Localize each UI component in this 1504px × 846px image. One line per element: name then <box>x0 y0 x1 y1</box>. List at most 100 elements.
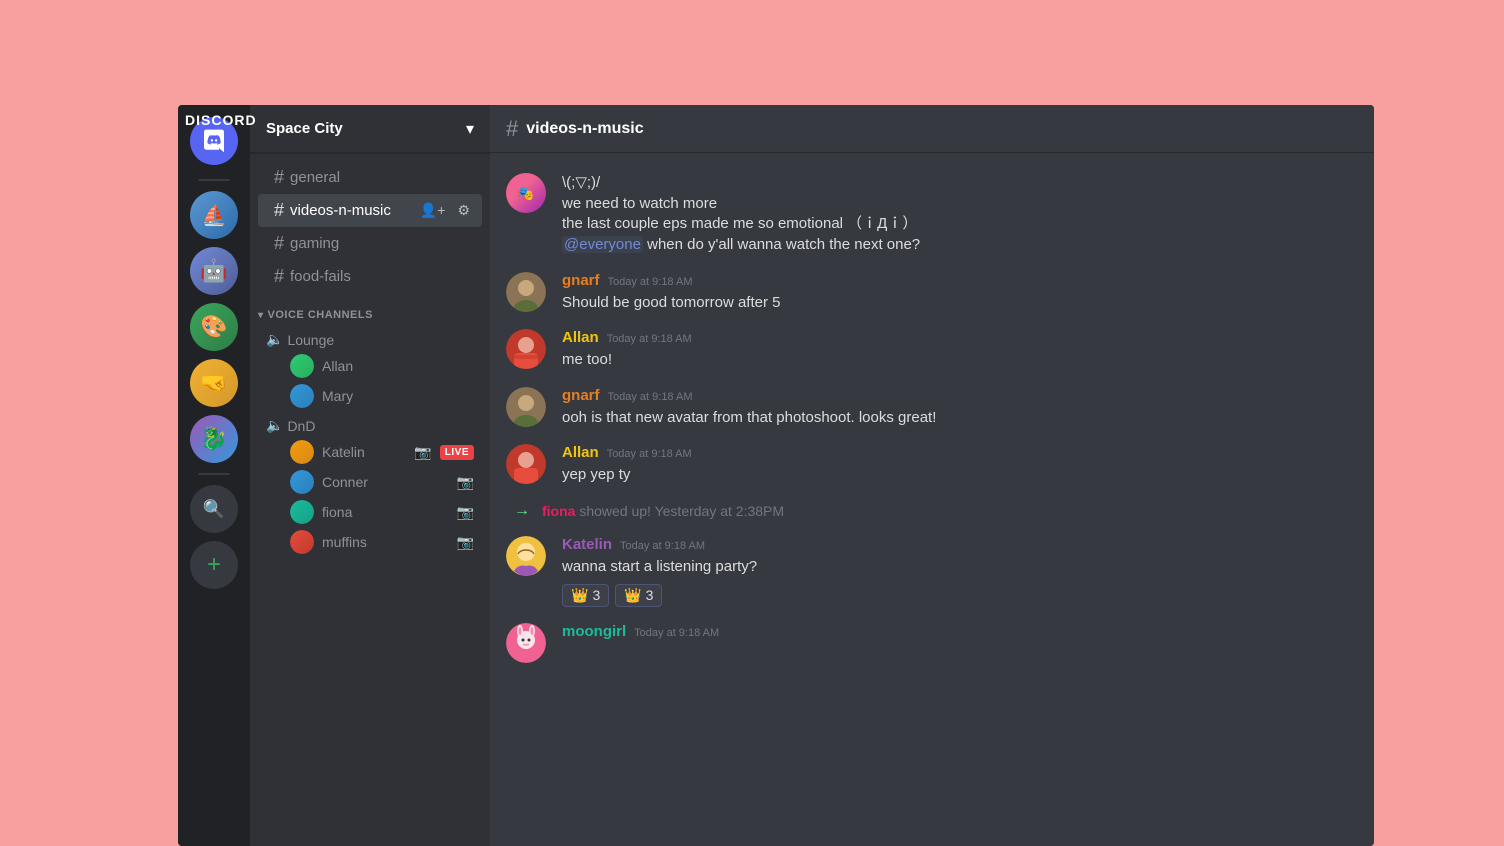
channel-hash-icon-4: # <box>274 266 284 287</box>
volume-icon-2: 🔈 <box>266 417 283 434</box>
reaction-crown-2[interactable]: 👑 3 <box>615 584 662 607</box>
katelin-video-icon: 📷 <box>414 444 431 461</box>
server-icon-yellow[interactable]: 🤜 <box>190 359 238 407</box>
voice-user-muffins[interactable]: muffins 📷 <box>258 527 482 557</box>
voice-user-fiona[interactable]: fiona 📷 <box>258 497 482 527</box>
gnarf-message-2-content: gnarf Today at 9:18 AM ooh is that new a… <box>562 387 1358 429</box>
channel-item-gaming[interactable]: # gaming <box>258 227 482 260</box>
voice-user-mary[interactable]: Mary <box>258 381 482 411</box>
katelin-voice-avatar <box>290 440 314 464</box>
system-timestamp: Yesterday at 2:38PM <box>655 503 784 519</box>
gnarf-username-1[interactable]: gnarf <box>562 272 600 289</box>
gnarf-message-1-header: gnarf Today at 9:18 AM <box>562 272 1358 289</box>
allan-voice-avatar <box>290 354 314 378</box>
allan-message-2-content: Allan Today at 9:18 AM yep yep ty <box>562 444 1358 486</box>
message-group-gnarf-1: gnarf Today at 9:18 AM Should be good to… <box>490 268 1374 318</box>
gnarf-timestamp-1: Today at 9:18 AM <box>608 276 693 288</box>
app-container: ⛵ 🤖 🎨 🤜 🐉 🔍 + Space City ▾ # general # v… <box>178 105 1374 846</box>
channel-sidebar: Space City ▾ # general # videos-n-music … <box>250 105 490 846</box>
settings-icon[interactable]: ⚙ <box>453 200 474 221</box>
voice-user-katelin[interactable]: Katelin 📷 LIVE <box>258 437 482 467</box>
reaction-crown-count-1: 3 <box>592 587 600 603</box>
muffins-voice-avatar <box>290 530 314 554</box>
mention-everyone: @everyone <box>562 236 643 253</box>
moongirl-username[interactable]: moongirl <box>562 623 626 640</box>
channel-hash-icon-3: # <box>274 233 284 254</box>
server-icon-robot[interactable]: 🤖 <box>190 247 238 295</box>
message-group-gnarf-2: gnarf Today at 9:18 AM ooh is that new a… <box>490 383 1374 433</box>
allan-avatar-1[interactable] <box>506 329 546 369</box>
voice-channels-header[interactable]: ▾ VOICE CHANNELS <box>250 293 490 325</box>
moongirl-message-header: moongirl Today at 9:18 AM <box>562 623 1358 640</box>
system-action: showed up! <box>579 503 654 519</box>
katelin-avatar[interactable] <box>506 536 546 576</box>
message-group-top: 🎭 \(;▽;)/ we need to watch more the last… <box>490 169 1374 260</box>
reaction-crown-count-2: 3 <box>646 587 654 603</box>
lounge-channel-name: Lounge <box>287 332 334 348</box>
voice-channel-lounge[interactable]: 🔈 Lounge <box>258 325 482 351</box>
server-divider <box>198 179 230 181</box>
channel-item-videos[interactable]: # videos-n-music 👤+ ⚙ <box>258 194 482 227</box>
allan-timestamp-1: Today at 9:18 AM <box>607 333 692 345</box>
allan-message-1-content: Allan Today at 9:18 AM me too! <box>562 329 1358 371</box>
katelin-username[interactable]: Katelin <box>562 536 612 553</box>
reactions-row: 👑 3 👑 3 <box>562 584 1358 607</box>
channel-name-general: general <box>290 169 340 186</box>
allan-timestamp-2: Today at 9:18 AM <box>607 448 692 460</box>
add-server-button[interactable]: + <box>190 541 238 589</box>
top-text-3: @everyone when do y'all wanna watch the … <box>562 235 1358 256</box>
channel-hash-icon: # <box>274 167 284 188</box>
gnarf-avatar-1[interactable] <box>506 272 546 312</box>
chat-header-hash: # <box>506 116 518 142</box>
katelin-message-header: Katelin Today at 9:18 AM <box>562 536 1358 553</box>
fiona-voice-avatar <box>290 500 314 524</box>
dnd-channel-name: DnD <box>287 418 315 434</box>
invite-icon[interactable]: 👤+ <box>416 200 450 221</box>
server-header[interactable]: Space City ▾ <box>250 105 490 153</box>
message-group-katelin: Katelin Today at 9:18 AM wanna start a l… <box>490 532 1374 611</box>
fiona-voice-name: fiona <box>322 504 449 520</box>
gnarf-text-1: Should be good tomorrow after 5 <box>562 293 1358 314</box>
channel-actions: 👤+ ⚙ <box>416 200 474 221</box>
voice-channel-dnd[interactable]: 🔈 DnD <box>258 411 482 437</box>
katelin-text: wanna start a listening party? <box>562 557 1358 578</box>
message-group-allan-2: Allan Today at 9:18 AM yep yep ty <box>490 440 1374 490</box>
moongirl-avatar[interactable] <box>506 623 546 663</box>
allan-avatar-2[interactable] <box>506 444 546 484</box>
top-user-avatar[interactable]: 🎭 <box>506 173 546 213</box>
mary-voice-avatar <box>290 384 314 408</box>
mary-voice-name: Mary <box>322 388 474 404</box>
server-icon-green[interactable]: 🎨 <box>190 303 238 351</box>
server-menu-chevron: ▾ <box>466 119 474 139</box>
reaction-crown-1[interactable]: 👑 3 <box>562 584 609 607</box>
channel-item-food-fails[interactable]: # food-fails <box>258 260 482 293</box>
search-button[interactable]: 🔍 <box>190 485 238 533</box>
voice-user-allan[interactable]: Allan <box>258 351 482 381</box>
volume-icon: 🔈 <box>266 331 283 348</box>
system-text: fiona showed up! Yesterday at 2:38PM <box>542 503 784 519</box>
katelin-message-content: Katelin Today at 9:18 AM wanna start a l… <box>562 536 1358 607</box>
gnarf-username-2[interactable]: gnarf <box>562 387 600 404</box>
reaction-crown-emoji-1: 👑 <box>571 587 588 604</box>
katelin-voice-name: Katelin <box>322 444 406 460</box>
moongirl-timestamp: Today at 9:18 AM <box>634 627 719 639</box>
channel-item-general[interactable]: # general <box>258 161 482 194</box>
server-name: Space City <box>266 120 343 137</box>
gnarf-avatar-2[interactable] <box>506 387 546 427</box>
voice-user-conner[interactable]: Conner 📷 <box>258 467 482 497</box>
allan-username-2[interactable]: Allan <box>562 444 599 461</box>
allan-username-1[interactable]: Allan <box>562 329 599 346</box>
muffins-video-icon: 📷 <box>457 534 474 551</box>
allan-message-1-header: Allan Today at 9:18 AM <box>562 329 1358 346</box>
top-text-2: the last couple eps made me so emotional… <box>562 214 1358 235</box>
server-icon-colorful[interactable]: 🐉 <box>190 415 238 463</box>
conner-voice-name: Conner <box>322 474 449 490</box>
message-group-moongirl: moongirl Today at 9:18 AM <box>490 619 1374 667</box>
allan-text-2: yep yep ty <box>562 465 1358 486</box>
channel-hash-icon-2: # <box>274 200 284 221</box>
conner-video-icon: 📷 <box>457 474 474 491</box>
fiona-system-name: fiona <box>542 503 575 519</box>
moongirl-message-content: moongirl Today at 9:18 AM <box>562 623 1358 663</box>
server-icon-boat[interactable]: ⛵ <box>190 191 238 239</box>
allan-voice-name: Allan <box>322 358 474 374</box>
